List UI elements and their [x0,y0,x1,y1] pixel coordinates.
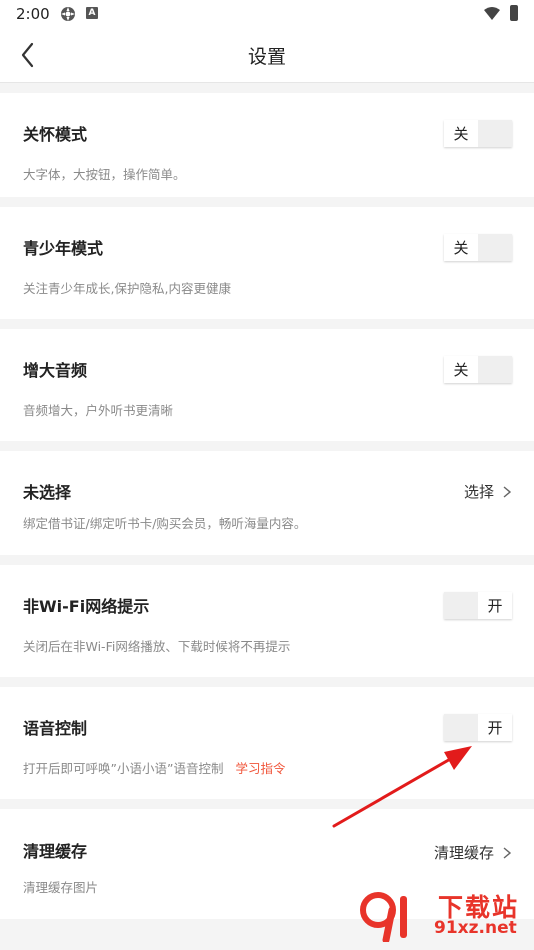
clear-cache-label: 清理缓存 [433,844,494,862]
toggle-knob [444,592,478,619]
setting-boost-audio: 增大音频 音频增大，户外听书更清晰 关 [0,329,534,441]
setting-youth-mode: 青少年模式 关注青少年成长,保护隐私,内容更健康 关 [0,207,534,319]
setting-voice-control: 语音控制 打开后即可呼唤”小语小语”语音控制 学习指令 开 [0,687,534,799]
setting-description: 清理缓存图片 [23,880,99,895]
youth-mode-toggle[interactable]: 关 [444,234,512,261]
chevron-right-icon [503,485,512,498]
setting-title: 关怀模式 [23,125,88,144]
toggle-label: 开 [478,592,512,619]
voice-control-toggle[interactable]: 开 [444,714,512,741]
status-bar: 2:00 A [0,0,534,28]
setting-title: 清理缓存 [23,842,88,861]
toggle-knob [444,714,478,741]
clear-cache-button[interactable]: 清理缓存 [434,842,512,863]
toggle-knob [478,356,512,383]
setting-title: 青少年模式 [23,239,104,258]
care-mode-toggle[interactable]: 关 [444,120,512,147]
setting-non-wifi-prompt: 非Wi-Fi网络提示 关闭后在非Wi-Fi网络播放、下载时候将不再提示 开 [0,565,534,677]
setting-description: 关闭后在非Wi-Fi网络播放、下载时候将不再提示 [23,639,291,654]
page-title: 设置 [247,46,286,68]
toggle-knob [478,120,512,147]
setting-description: 音频增大，户外听书更清晰 [23,403,174,418]
setting-not-selected: 未选择 绑定借书证/绑定听书卡/购买会员，畅听海量内容。 选择 [0,451,534,555]
learn-commands-link[interactable]: 学习指令 [235,761,285,776]
non-wifi-prompt-toggle[interactable]: 开 [444,592,512,619]
setting-care-mode: 关怀模式 大字体，大按钮，操作简单。 关 [0,93,534,197]
toggle-label: 关 [444,234,478,261]
status-time: 2:00 [16,5,50,23]
settings-gear-status-icon [61,7,75,21]
app-notification-icon: A [86,7,98,19]
top-bar: 设置 [0,28,534,83]
select-button[interactable]: 选择 [464,481,512,502]
setting-description: 大字体，大按钮，操作简单。 [23,167,186,182]
watermark-logo-icon [360,892,407,942]
toggle-knob [478,234,512,261]
toggle-label: 开 [478,714,512,741]
chevron-right-icon [503,846,512,859]
toggle-label: 关 [444,356,478,383]
voice-control-desc-text: 打开后即可呼唤”小语小语”语音控制 [23,761,224,776]
boost-audio-toggle[interactable]: 关 [444,356,512,383]
setting-title: 未选择 [23,483,72,502]
watermark: 下载站 91xz.net [358,888,528,944]
setting-description: 绑定借书证/绑定听书卡/购买会员，畅听海量内容。 [23,516,307,531]
setting-title: 非Wi-Fi网络提示 [23,597,150,616]
setting-title: 语音控制 [23,719,88,738]
setting-description: 关注青少年成长,保护隐私,内容更健康 [23,281,231,296]
setting-title: 增大音频 [23,361,88,380]
select-label: 选择 [463,483,494,501]
watermark-url: 91xz.net [434,918,517,938]
wifi-icon [484,7,500,20]
battery-icon [510,5,518,21]
toggle-label: 关 [444,120,478,147]
setting-description: 打开后即可呼唤”小语小语”语音控制 学习指令 [23,758,285,777]
